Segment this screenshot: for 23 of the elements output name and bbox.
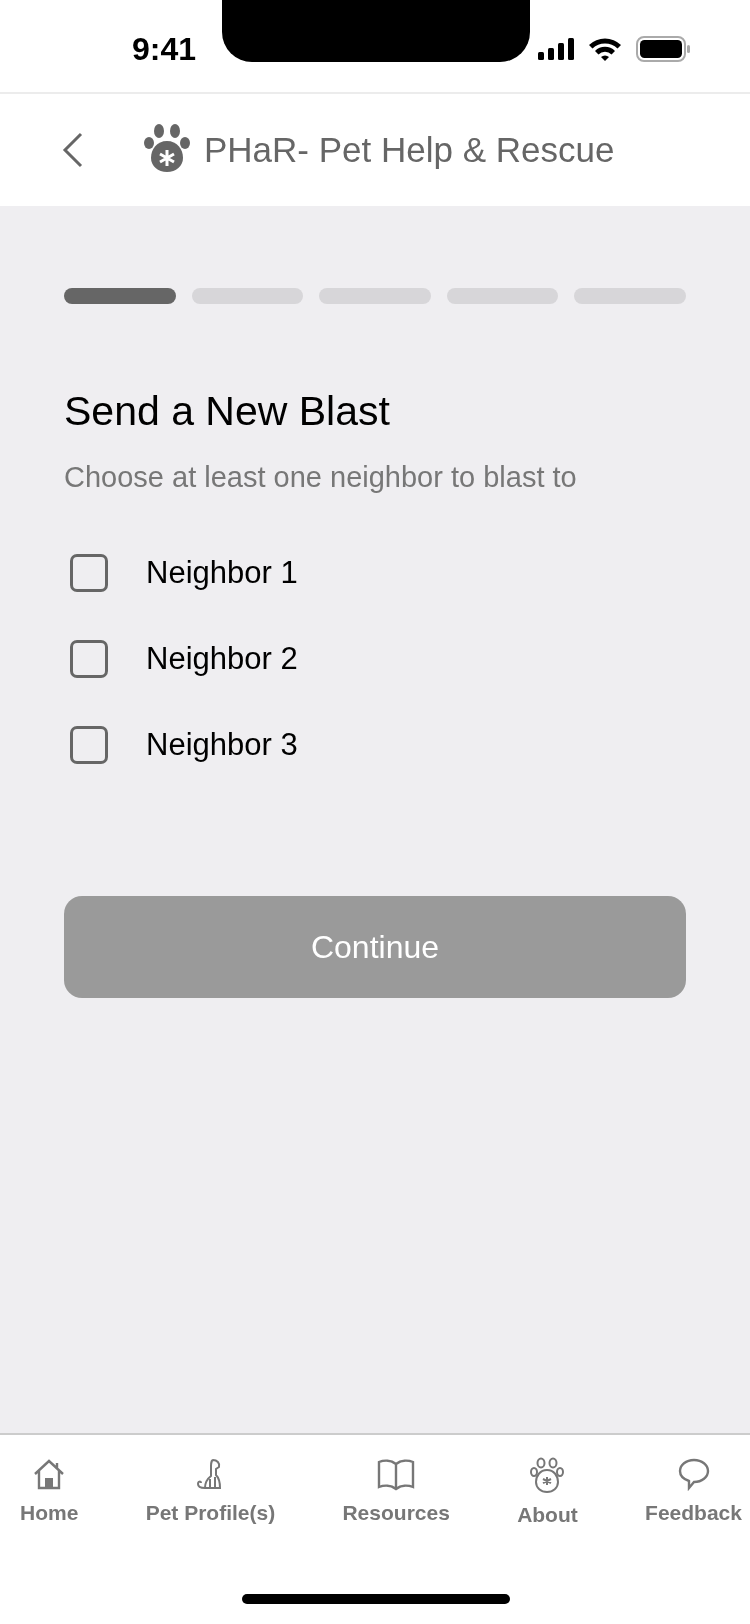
tab-item[interactable]: Home	[20, 1457, 79, 1525]
tab-item[interactable]: Resources	[342, 1457, 450, 1525]
checkbox-label: Neighbor 2	[146, 641, 298, 677]
back-button[interactable]	[62, 132, 84, 168]
battery-icon	[636, 36, 690, 62]
checkbox[interactable]	[70, 640, 108, 678]
page-subtitle: Choose at least one neighbor to blast to	[64, 461, 578, 494]
wifi-icon	[588, 37, 622, 61]
book-icon	[376, 1457, 417, 1491]
page-heading: Send a New Blast	[64, 388, 391, 435]
speech-bubble-icon	[676, 1457, 711, 1491]
paw-logo-icon	[144, 123, 190, 173]
tab-item[interactable]: About	[517, 1457, 578, 1525]
tab-item[interactable]: Feedback	[645, 1457, 742, 1525]
signal-icon	[538, 38, 574, 60]
checkbox[interactable]	[70, 726, 108, 764]
app-title: PHaR- Pet Help & Rescue	[204, 130, 615, 170]
checkbox[interactable]	[70, 554, 108, 592]
checkbox-label: Neighbor 3	[146, 727, 298, 763]
checkbox-label: Neighbor 1	[146, 555, 298, 591]
status-time: 9:41	[132, 30, 197, 68]
tab-item[interactable]: Pet Profile(s)	[145, 1457, 276, 1525]
paw-icon	[530, 1457, 565, 1493]
